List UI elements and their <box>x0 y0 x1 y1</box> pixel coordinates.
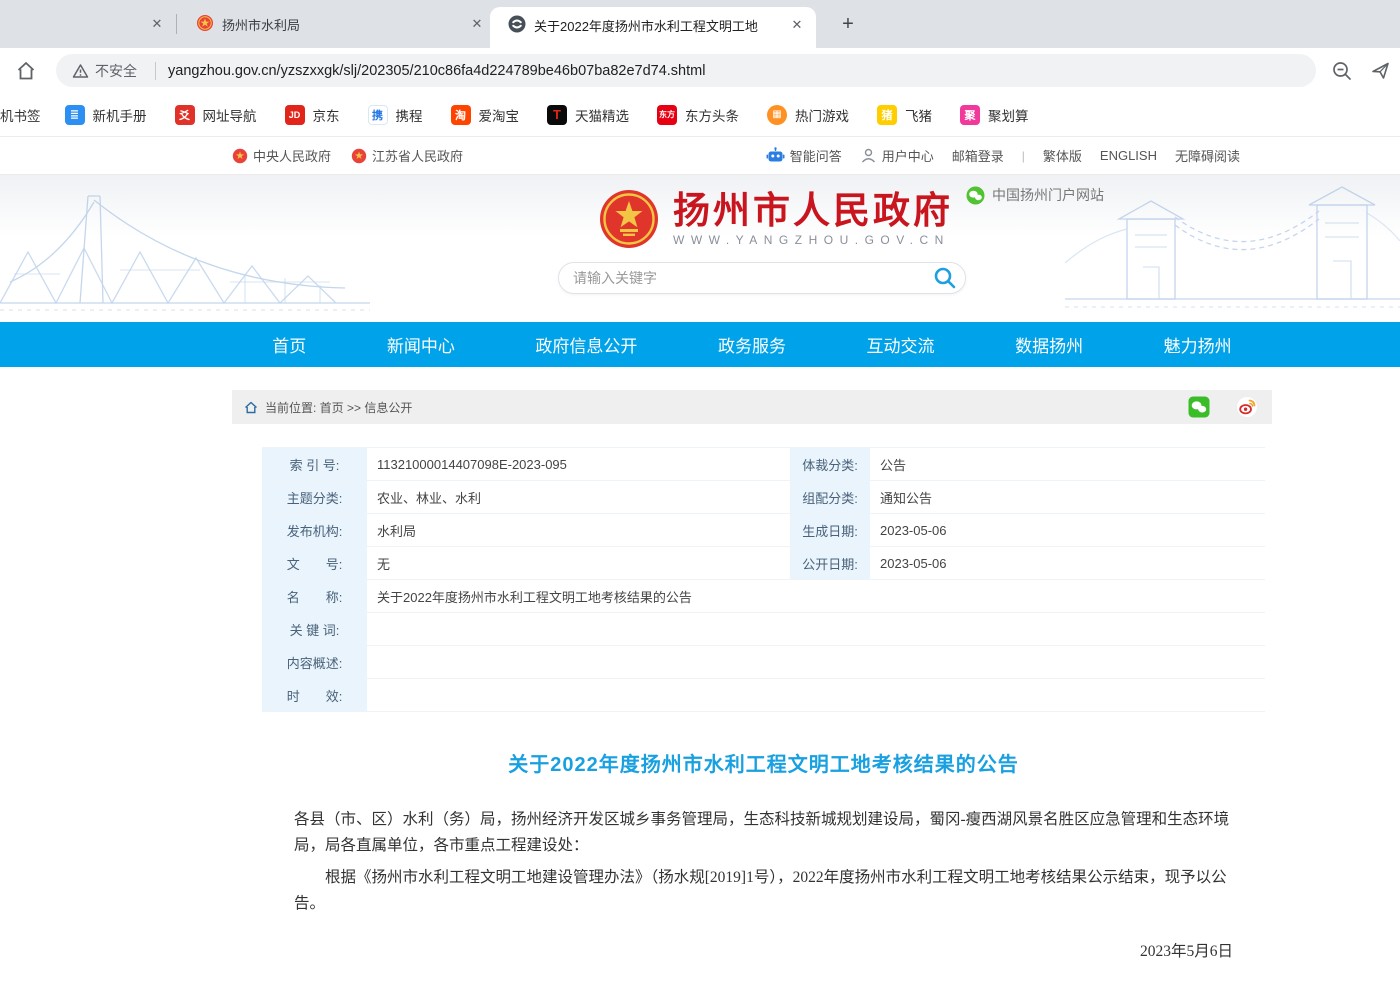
bookmark-item[interactable]: 爻网址导航 <box>175 105 257 125</box>
site-banner: 扬州市人民政府 WWW.YANGZHOU.GOV.CN 中国扬州门户网站 <box>0 175 1400 322</box>
portal-link[interactable]: 中国扬州门户网站 <box>966 185 1104 205</box>
bookmark-item[interactable]: T天猫精选 <box>547 105 629 125</box>
table-row: 主题分类: 农业、林业、水利 组配分类: 通知公告 <box>262 481 1265 514</box>
breadcrumb-text[interactable]: 当前位置: 首页 >> 信息公开 <box>265 399 412 416</box>
jiangsu-gov-link[interactable]: 江苏省人民政府 <box>351 146 463 165</box>
english-link[interactable]: ENGLISH <box>1100 148 1157 163</box>
share-icon[interactable] <box>1368 59 1392 83</box>
user-center-link[interactable]: 用户中心 <box>860 146 934 165</box>
gov-emblem-icon <box>351 148 367 164</box>
bookmark-item[interactable]: JD京东 <box>285 105 340 125</box>
home-small-icon <box>244 401 258 414</box>
article-title: 关于2022年度扬州市水利工程文明工地考核结果的公告 <box>262 748 1265 777</box>
browser-toolbar: 不安全 yangzhou.gov.cn/yzszxxgk/slj/202305/… <box>0 48 1400 93</box>
nav-item-services[interactable]: 政务服务 <box>718 332 786 357</box>
table-row: 时 效: <box>262 679 1265 712</box>
jd-icon: JD <box>285 105 305 125</box>
close-tab-icon[interactable]: ✕ <box>148 15 166 33</box>
site-url: WWW.YANGZHOU.GOV.CN <box>673 233 953 247</box>
article-paragraph: 根据《扬州市水利工程文明工地建设管理办法》（扬水规[2019]1号），2022年… <box>294 865 1233 917</box>
central-gov-link[interactable]: 中央人民政府 <box>232 146 331 165</box>
security-status-label[interactable]: 不安全 <box>95 61 137 81</box>
games-icon: ▦ <box>767 105 787 125</box>
article-paragraph: 各县（市、区）水利（务）局，扬州经济开发区城乡事务管理局，生态科技新城规划建设局… <box>294 807 1233 859</box>
bookmark-item[interactable]: ≣新机手册 <box>65 105 147 125</box>
ctrip-icon: 携 <box>368 105 388 125</box>
tab-title-inactive[interactable]: 扬州市水利局 <box>222 15 452 34</box>
nav-site-icon: 爻 <box>175 105 195 125</box>
mail-login-link[interactable]: 邮箱登录 <box>952 146 1004 165</box>
user-icon <box>860 147 877 164</box>
nav-item-interaction[interactable]: 互动交流 <box>867 332 935 357</box>
gov-links-left: 中央人民政府 江苏省人民政府 <box>232 146 463 165</box>
fliggy-icon: 猪 <box>877 105 897 125</box>
nav-item-home[interactable]: 首页 <box>272 332 306 357</box>
robot-icon <box>766 147 785 164</box>
home-icon[interactable] <box>12 57 40 85</box>
bookmark-item[interactable]: 机书签 <box>0 105 41 125</box>
table-row: 文 号: 无 公开日期: 2023-05-06 <box>262 547 1265 580</box>
breadcrumb: 当前位置: 首页 >> 信息公开 <box>232 390 1272 424</box>
gov-emblem-icon <box>232 148 248 164</box>
tab-title-active[interactable]: 关于2022年度扬州市水利工程文明工地 <box>534 16 772 35</box>
table-row: 内容概述: <box>262 646 1265 679</box>
url-text[interactable]: yangzhou.gov.cn/yzszxxgk/slj/202305/210c… <box>168 63 705 79</box>
nav-item-charm[interactable]: 魅力扬州 <box>1164 332 1232 357</box>
search-icon[interactable] <box>925 263 965 293</box>
national-emblem-icon <box>598 188 660 250</box>
gov-top-bar: 中央人民政府 江苏省人民政府 智能问答 用户中心 邮箱登录 | 繁体版 ENGL… <box>0 137 1400 175</box>
address-separator <box>155 62 156 80</box>
wechat-share-icon[interactable] <box>1188 396 1210 418</box>
nav-item-info-disclosure[interactable]: 政府信息公开 <box>535 332 637 357</box>
active-tab[interactable]: 关于2022年度扬州市水利工程文明工地 ✕ <box>490 7 816 48</box>
eastday-icon: 东方 <box>657 105 677 125</box>
traditional-chinese-link[interactable]: 繁体版 <box>1043 146 1082 165</box>
tmall-icon: T <box>547 105 567 125</box>
smart-qa-link[interactable]: 智能问答 <box>766 146 842 165</box>
divider: | <box>1022 149 1025 163</box>
weibo-share-icon[interactable] <box>1236 396 1258 418</box>
juhuasuan-icon: 聚 <box>960 105 980 125</box>
new-tab-button[interactable]: + <box>834 10 862 38</box>
document-meta-table: 索 引 号: 11321000014407098E-2023-095 体裁分类:… <box>262 447 1265 712</box>
site-search <box>558 262 966 294</box>
bookmark-item[interactable]: 猪飞猪 <box>877 105 932 125</box>
nav-item-data[interactable]: 数据扬州 <box>1015 332 1083 357</box>
taobao-icon: 淘 <box>451 105 471 125</box>
main-nav: 首页 新闻中心 政府信息公开 政务服务 互动交流 数据扬州 魅力扬州 <box>0 322 1400 367</box>
wechat-icon <box>966 186 985 205</box>
close-tab-icon[interactable]: ✕ <box>788 16 806 34</box>
gov-emblem-favicon-icon <box>196 14 214 32</box>
article-date: 2023年5月6日 <box>294 939 1233 961</box>
zoom-out-icon[interactable] <box>1330 59 1354 83</box>
table-row: 发布机构: 水利局 生成日期: 2023-05-06 <box>262 514 1265 547</box>
article: 关于2022年度扬州市水利工程文明工地考核结果的公告 各县（市、区）水利（务）局… <box>262 748 1265 997</box>
search-input[interactable] <box>559 270 925 286</box>
table-row: 名 称: 关于2022年度扬州市水利工程文明工地考核结果的公告 <box>262 580 1265 613</box>
bookmark-item[interactable]: 聚聚划算 <box>960 105 1029 125</box>
bookmarks-bar: 机书签 ≣新机手册 爻网址导航 JD京东 携携程 淘爱淘宝 T天猫精选 东方东方… <box>0 93 1400 137</box>
bookmark-item[interactable]: 东方东方头条 <box>657 105 739 125</box>
site-logo[interactable]: 扬州市人民政府 WWW.YANGZHOU.GOV.CN <box>598 188 953 250</box>
bookmark-item[interactable]: ▦热门游戏 <box>767 105 849 125</box>
portal-label: 中国扬州门户网站 <box>992 185 1104 205</box>
site-name: 扬州市人民政府 <box>673 191 953 231</box>
nav-item-news[interactable]: 新闻中心 <box>387 332 455 357</box>
manual-icon: ≣ <box>65 105 85 125</box>
bridge-sketch-left <box>0 190 370 322</box>
warning-triangle-icon <box>72 63 89 79</box>
accessibility-link[interactable]: 无障碍阅读 <box>1175 146 1240 165</box>
close-tab-icon[interactable]: ✕ <box>468 15 486 33</box>
address-bar[interactable]: 不安全 yangzhou.gov.cn/yzszxxgk/slj/202305/… <box>56 54 1316 87</box>
table-row: 索 引 号: 11321000014407098E-2023-095 体裁分类:… <box>262 448 1265 481</box>
bookmark-item[interactable]: 携携程 <box>368 105 423 125</box>
browser-tab-bar: ✕ 扬州市水利局 ✕ 关于2022年度扬州市水利工程文明工地 ✕ + <box>0 0 1400 48</box>
bridge-sketch-right <box>1065 177 1400 322</box>
content-container: 当前位置: 首页 >> 信息公开 索 引 号: 1132100001440709… <box>232 390 1272 997</box>
table-row: 关 键 词: <box>262 613 1265 646</box>
tab-separator <box>176 14 177 34</box>
bookmark-item[interactable]: 淘爱淘宝 <box>451 105 520 125</box>
browser-logo-favicon-icon <box>508 15 526 33</box>
gov-links-right: 智能问答 用户中心 邮箱登录 | 繁体版 ENGLISH 无障碍阅读 <box>766 146 1240 165</box>
